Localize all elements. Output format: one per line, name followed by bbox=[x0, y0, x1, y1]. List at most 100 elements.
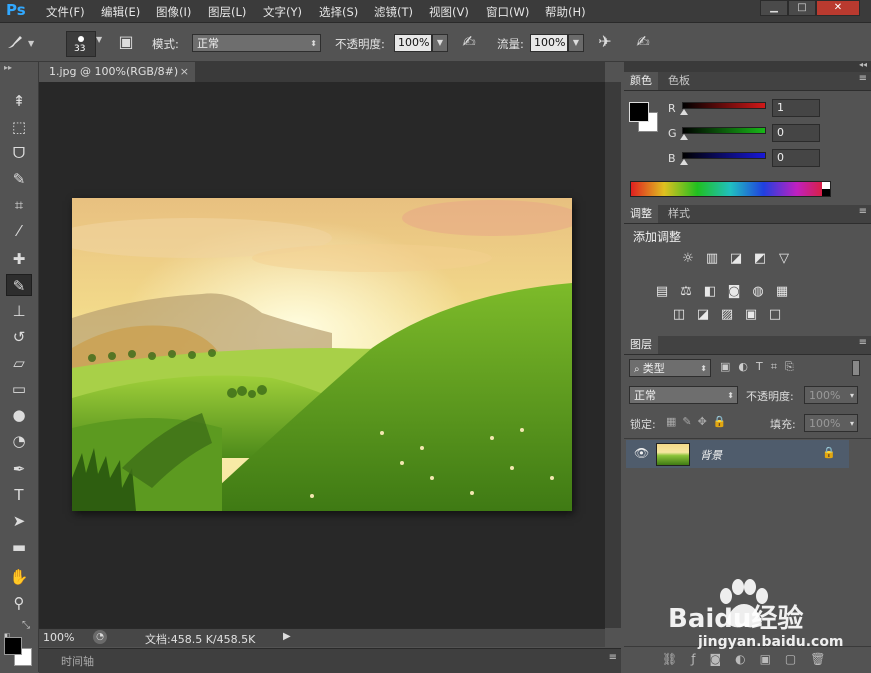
layer-filter-dropdown[interactable]: ⌕ 类型 ⬍ bbox=[629, 359, 711, 377]
maximize-button[interactable]: □ bbox=[788, 0, 816, 16]
adjustment-row3-5-icon[interactable]: □ bbox=[766, 307, 784, 323]
adjustment-row3-1-icon[interactable]: ◫ bbox=[670, 307, 688, 323]
document-tab[interactable]: 1.jpg @ 100%(RGB/8#) × bbox=[39, 62, 195, 82]
menu-edit[interactable]: 编辑(E) bbox=[101, 4, 140, 20]
menu-file[interactable]: 文件(F) bbox=[46, 4, 85, 20]
spectrum-black-swatch[interactable] bbox=[822, 189, 830, 196]
menu-help[interactable]: 帮助(H) bbox=[545, 4, 586, 20]
tab-color[interactable]: 颜色 bbox=[624, 72, 658, 90]
adjustment-row2-1-icon[interactable]: ▤ bbox=[653, 284, 671, 300]
layer-opacity-input[interactable]: 100% ▾ bbox=[804, 386, 858, 404]
color-foreground-swatch[interactable] bbox=[629, 102, 649, 122]
hand-tool-icon[interactable]: ✋ bbox=[6, 566, 32, 588]
slider-handle-icon[interactable] bbox=[680, 109, 688, 115]
layer-blend-mode-dropdown[interactable]: 正常 ⬍ bbox=[629, 386, 738, 404]
swap-colors-icon[interactable]: ⤡ bbox=[22, 620, 30, 631]
brush-preset-icon[interactable] bbox=[4, 31, 26, 53]
channel-value-b[interactable]: 0 bbox=[772, 149, 820, 167]
adjustment-row1-4-icon[interactable]: ◩ bbox=[751, 251, 769, 267]
timeline-menu-icon[interactable]: ≡ bbox=[609, 652, 617, 663]
channel-slider-g[interactable] bbox=[682, 127, 766, 134]
close-tab-icon[interactable]: × bbox=[180, 62, 189, 82]
quick-select-tool-icon[interactable]: ✎ bbox=[6, 168, 32, 190]
adjustment-row2-5-icon[interactable]: ◍ bbox=[749, 284, 767, 300]
visibility-eye-icon[interactable]: 👁 bbox=[634, 446, 649, 460]
adjustments-panel-menu-icon[interactable]: ≡ bbox=[859, 206, 867, 217]
brush-panel-toggle-icon[interactable]: ▣ bbox=[115, 31, 137, 53]
collapse-toolbar-icon[interactable]: ▸▸ bbox=[4, 63, 12, 72]
blur-tool-icon[interactable]: ● bbox=[6, 404, 32, 426]
channel-slider-r[interactable] bbox=[682, 102, 766, 109]
menu-image[interactable]: 图像(I) bbox=[156, 4, 191, 20]
move-tool-icon[interactable]: ⇞ bbox=[6, 90, 32, 112]
color-spectrum-bar[interactable] bbox=[630, 181, 831, 197]
path-select-tool-icon[interactable]: ➤ bbox=[6, 510, 32, 532]
brush-tool-icon[interactable]: ✎ bbox=[6, 274, 32, 296]
menu-type[interactable]: 文字(Y) bbox=[263, 4, 302, 20]
adjustment-row2-3-icon[interactable]: ◧ bbox=[701, 284, 719, 300]
mode-dropdown[interactable]: 正常 ⬍ bbox=[192, 34, 321, 52]
adjustment-row3-2-icon[interactable]: ◪ bbox=[694, 307, 712, 323]
vertical-scrollbar[interactable] bbox=[605, 82, 621, 628]
opacity-input[interactable]: 100% bbox=[394, 34, 432, 52]
channel-value-r[interactable]: 1 bbox=[772, 99, 820, 117]
spectrum-white-swatch[interactable] bbox=[822, 182, 830, 189]
flow-arrow-icon[interactable]: ▼ bbox=[568, 34, 584, 52]
adjustment-row1-3-icon[interactable]: ◪ bbox=[727, 251, 745, 267]
pressure-opacity-icon[interactable]: ✍ bbox=[458, 31, 480, 53]
color-panel-menu-icon[interactable]: ≡ bbox=[859, 73, 867, 84]
adjustment-row2-6-icon[interactable]: ▦ bbox=[773, 284, 791, 300]
lasso-tool-icon[interactable]: ᗜ bbox=[6, 142, 32, 164]
marquee-tool-icon[interactable]: ⬚ bbox=[6, 116, 32, 138]
channel-slider-b[interactable] bbox=[682, 152, 766, 159]
adjustment-row3-4-icon[interactable]: ▣ bbox=[742, 307, 760, 323]
type-tool-icon[interactable]: T bbox=[6, 484, 32, 506]
airbrush-icon[interactable]: ✈ bbox=[594, 31, 616, 53]
minimize-button[interactable]: ▁ bbox=[760, 0, 788, 16]
lock-options-icons[interactable]: ▦✎✥🔒 bbox=[666, 415, 746, 431]
opacity-arrow-icon[interactable]: ▼ bbox=[432, 34, 448, 52]
slider-handle-icon[interactable] bbox=[680, 134, 688, 140]
history-brush-tool-icon[interactable]: ↺ bbox=[6, 326, 32, 348]
clone-stamp-tool-icon[interactable]: ⊥ bbox=[6, 300, 32, 322]
filter-toggle[interactable] bbox=[852, 360, 860, 376]
status-menu-arrow-icon[interactable]: ▶ bbox=[283, 630, 297, 644]
menu-layer[interactable]: 图层(L) bbox=[208, 4, 246, 20]
tab-adjustments[interactable]: 调整 bbox=[624, 205, 658, 223]
document-image[interactable] bbox=[72, 198, 572, 511]
brush-preset-arrow-icon[interactable]: ▼ bbox=[28, 39, 36, 48]
brush-size-picker[interactable]: 33 bbox=[66, 31, 96, 57]
adjustment-row3-3-icon[interactable]: ▨ bbox=[718, 307, 736, 323]
pressure-size-icon[interactable]: ✍ bbox=[632, 31, 654, 53]
pen-tool-icon[interactable]: ✒ bbox=[6, 458, 32, 480]
tab-styles[interactable]: 样式 bbox=[662, 205, 696, 223]
channel-value-g[interactable]: 0 bbox=[772, 124, 820, 142]
status-info-icon[interactable]: ◔ bbox=[93, 630, 107, 644]
zoom-tool-icon[interactable]: ⚲ bbox=[6, 592, 32, 614]
layer-fill-input[interactable]: 100% ▾ bbox=[804, 414, 858, 432]
layer-name[interactable]: 背景 bbox=[700, 447, 722, 463]
layer-filter-icons[interactable]: ▣◐T⌗⎘ bbox=[720, 360, 850, 376]
layers-panel-menu-icon[interactable]: ≡ bbox=[859, 337, 867, 348]
healing-brush-tool-icon[interactable]: ✚ bbox=[6, 248, 32, 270]
eyedropper-tool-icon[interactable]: ⁄ bbox=[6, 220, 32, 242]
rectangle-tool-icon[interactable]: ▬ bbox=[6, 536, 32, 558]
brush-size-arrow-icon[interactable]: ▼ bbox=[96, 35, 102, 44]
dodge-tool-icon[interactable]: ◔ bbox=[6, 430, 32, 452]
foreground-color-swatch[interactable] bbox=[4, 637, 22, 655]
slider-handle-icon[interactable] bbox=[680, 159, 688, 165]
menu-filter[interactable]: 滤镜(T) bbox=[374, 4, 413, 20]
adjustment-row1-2-icon[interactable]: ▥ bbox=[703, 251, 721, 267]
zoom-level[interactable]: 100% bbox=[43, 631, 74, 644]
menu-view[interactable]: 视图(V) bbox=[429, 4, 469, 20]
adjustment-row1-1-icon[interactable]: ☼ bbox=[679, 251, 697, 267]
menu-window[interactable]: 窗口(W) bbox=[486, 4, 529, 20]
layer-row-background[interactable]: 👁 背景 🔒 bbox=[626, 440, 849, 468]
menu-select[interactable]: 选择(S) bbox=[319, 4, 358, 20]
collapse-panels-icon[interactable]: ◂◂ bbox=[859, 60, 867, 69]
crop-tool-icon[interactable]: ⌗ bbox=[6, 194, 32, 216]
tab-swatches[interactable]: 色板 bbox=[662, 72, 696, 90]
flow-input[interactable]: 100% bbox=[530, 34, 568, 52]
eraser-tool-icon[interactable]: ▱ bbox=[6, 352, 32, 374]
tab-layers[interactable]: 图层 bbox=[624, 336, 658, 354]
